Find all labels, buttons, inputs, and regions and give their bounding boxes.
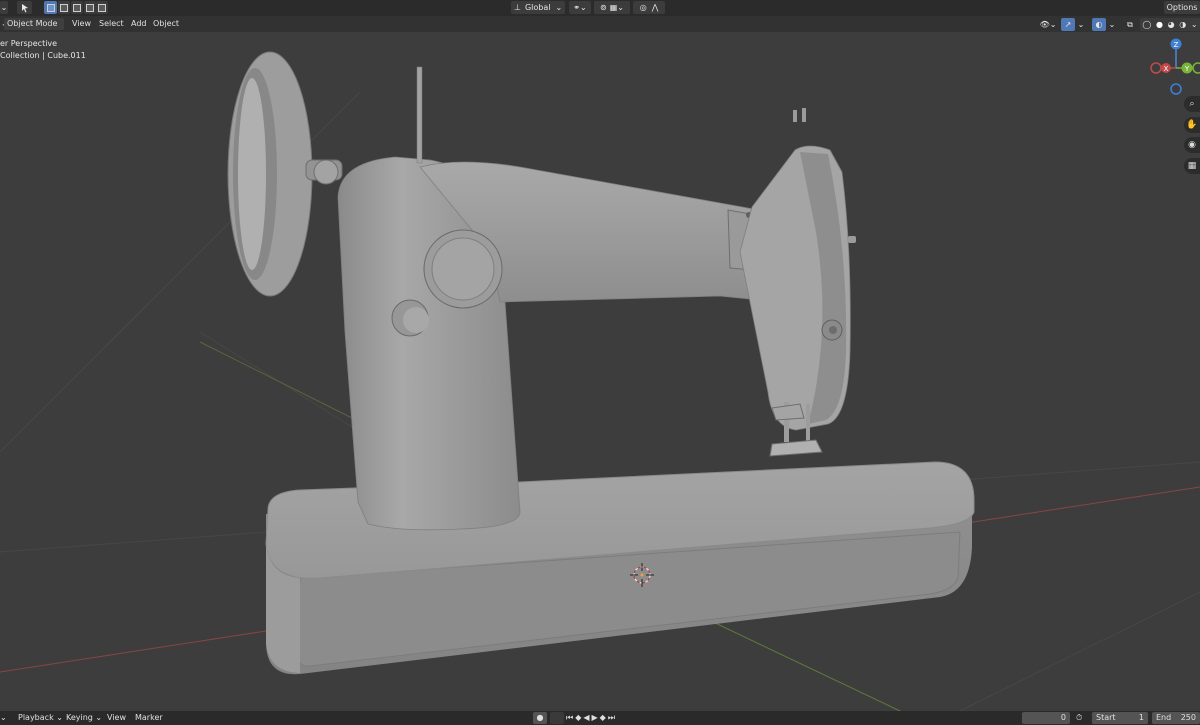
chevron-down-icon[interactable]: ⌄	[1191, 20, 1198, 29]
menu-select[interactable]: Select	[96, 18, 127, 30]
stitch-regulator-face	[431, 237, 495, 301]
play-icon[interactable]: ▶	[592, 713, 600, 722]
snap-toggle[interactable]: ⊚ ▦ ⌄	[594, 1, 630, 14]
orientation-axes-icon: ⊥	[514, 3, 521, 12]
gizmo-z-label: Z	[1174, 41, 1179, 49]
start-value: 1	[1138, 713, 1144, 722]
overlays-dropdown[interactable]: ⌄	[1107, 18, 1117, 31]
view-name-label: er Perspective	[0, 39, 58, 48]
select-intersect-mode-icon[interactable]	[96, 1, 108, 14]
menu-object[interactable]: Object	[150, 18, 182, 30]
select-extend-mode-icon[interactable]	[58, 1, 70, 14]
head-pin-1	[793, 110, 797, 122]
menu-timeline-view[interactable]: View	[107, 713, 126, 723]
shading-mode-group: ◯ ● ◕ ◑ ⌄	[1140, 18, 1200, 31]
jump-start-icon[interactable]: ⏮	[566, 713, 575, 722]
object-mode-dropdown[interactable]: Object Mode ⌄	[4, 18, 64, 40]
gizmo-dropdown[interactable]: ⌄	[1076, 18, 1086, 31]
eye-icon: 👁	[1039, 20, 1050, 29]
chevron-down-icon: ⌄	[1077, 20, 1085, 29]
options-label: Options	[1166, 3, 1198, 12]
start-frame-field[interactable]: Start 1	[1092, 712, 1148, 724]
visibility-dropdown[interactable]: 👁 ⌄	[1038, 18, 1058, 31]
bobbin-winder-face	[403, 307, 429, 333]
chevron-down-icon: ⌄	[617, 3, 624, 12]
menu-keying[interactable]: Keying ⌄	[66, 713, 102, 723]
select-subtract-mode-icon[interactable]	[71, 1, 83, 14]
pivot-point-dropdown[interactable]: ⚭ ⌄	[569, 1, 591, 14]
solid-shading-icon[interactable]: ●	[1156, 20, 1163, 29]
gizmo-x-label: X	[1164, 65, 1169, 73]
y-axis-line-back	[199, 341, 361, 423]
camera-icon[interactable]: ◉	[1184, 137, 1200, 153]
gizmo-y-neg-handle[interactable]	[1192, 62, 1200, 74]
pan-hand-icon[interactable]: ✋	[1184, 117, 1200, 133]
select-invert-mode-icon[interactable]	[84, 1, 96, 14]
overlays-toggle[interactable]: ◐	[1092, 18, 1106, 31]
menu-add[interactable]: Add	[128, 18, 150, 30]
play-reverse-icon[interactable]: ◀	[583, 713, 591, 722]
chevron-down-icon: ⌄	[555, 3, 563, 12]
end-frame-field[interactable]: End 250	[1152, 712, 1200, 724]
timeline-header: ⌄ Playback ⌄ Keying ⌄ View Marker ● ⏮ ◆ ◀▶…	[0, 711, 1200, 725]
3d-viewport[interactable]: Z Y X er Perspective Collection | Cube.0…	[0, 32, 1200, 711]
scene-canvas: Z Y X	[0, 38, 1200, 711]
record-button[interactable]: ●	[533, 712, 547, 724]
pivot-icon: ⚭	[573, 3, 580, 12]
playback-controls: ⏮◆◀▶◆⏭	[566, 713, 617, 723]
jump-end-icon[interactable]: ⏭	[608, 713, 617, 722]
menu-view[interactable]: View	[69, 18, 94, 30]
tension-dial-center	[829, 326, 837, 334]
viewport-header: ⌄ Object Mode ⌄ View Select Add Object 👁…	[0, 16, 1200, 40]
chevron-down-icon: ⌄	[1049, 20, 1057, 29]
gizmo-x-neg-handle[interactable]	[1150, 62, 1162, 74]
editor-type-chevron-icon[interactable]: ⌄	[0, 1, 8, 14]
stopwatch-icon[interactable]: ⏱	[1076, 713, 1082, 723]
keyframe-type-icon[interactable]	[550, 712, 564, 724]
overlays-icon: ◐	[1095, 20, 1103, 29]
zoom-icon[interactable]: ⌕	[1184, 96, 1200, 112]
handwheel	[227, 51, 343, 297]
transform-orientation-dropdown[interactable]: ⊥ Global ⌄	[511, 1, 565, 14]
gizmo-icon: ↗	[1064, 20, 1072, 29]
gizmo-z-neg-handle[interactable]	[1170, 83, 1182, 95]
current-frame-field[interactable]: 0	[1022, 712, 1070, 724]
wireframe-shading-icon[interactable]: ◯	[1142, 20, 1151, 29]
sewing-machine-model[interactable]	[227, 51, 975, 675]
y-axis-line	[689, 610, 901, 711]
top-toolbar: ⌄ ⊥ Global ⌄ ⚭ ⌄ ⊚ ▦ ⌄ ◎ ⋀ Options	[0, 0, 1200, 16]
xray-toggle[interactable]: ⧉	[1123, 18, 1137, 31]
side-knob	[848, 236, 856, 243]
select-tool-icon[interactable]	[17, 1, 32, 14]
chevron-down-icon: ⌄	[580, 3, 587, 12]
chevron-down-icon: ⌄	[1108, 20, 1116, 29]
falloff-curve-icon: ⋀	[651, 3, 659, 12]
xray-icon: ⧉	[1127, 19, 1133, 29]
head-pin-2	[802, 108, 806, 122]
grid-view-icon[interactable]: ▦	[1184, 158, 1200, 174]
options-dropdown[interactable]: Options	[1164, 1, 1200, 14]
select-box-mode-icon[interactable]	[44, 1, 57, 14]
menu-playback[interactable]: Playback ⌄	[18, 713, 63, 723]
object-mode-label: Object Mode	[7, 19, 58, 28]
gizmo-toggle[interactable]: ↗	[1061, 18, 1075, 31]
chevron-down-icon[interactable]: ⌄	[0, 713, 7, 723]
snap-target-icon: ▦	[609, 3, 618, 12]
rendered-shading-icon[interactable]: ◑	[1179, 20, 1186, 29]
magnet-icon: ⊚	[600, 3, 607, 12]
navigation-gizmo[interactable]: Z Y X	[1150, 38, 1200, 95]
start-label: Start	[1096, 713, 1116, 722]
end-label: End	[1156, 713, 1172, 722]
menu-marker[interactable]: Marker	[135, 713, 163, 723]
proportional-edit-icon: ◎	[639, 3, 647, 12]
next-keyframe-icon[interactable]: ◆	[600, 713, 608, 722]
spool-pin	[416, 66, 423, 164]
proportional-editing-toggle[interactable]: ◎ ⋀	[633, 1, 665, 14]
material-shading-icon[interactable]: ◕	[1168, 20, 1175, 29]
collection-info-label: Collection | Cube.011	[0, 51, 86, 60]
end-value: 250	[1180, 713, 1196, 722]
transform-orientation-value: Global	[524, 3, 551, 12]
gizmo-y-label: Y	[1184, 65, 1190, 73]
